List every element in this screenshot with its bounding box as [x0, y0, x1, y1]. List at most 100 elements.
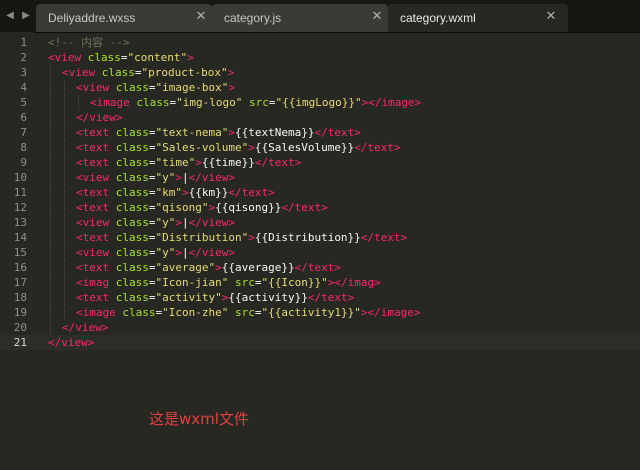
code-text: <image class="Icon-zhe" src="{{activity1… — [76, 305, 420, 320]
code-token: > — [248, 141, 255, 154]
code-line[interactable]: 18 <text class="activity">{{activity}}</t… — [0, 290, 640, 305]
code-token: {{km}} — [188, 186, 229, 199]
code-token: </view> — [48, 336, 95, 349]
line-number: 12 — [13, 201, 27, 214]
indent-guide — [50, 80, 51, 95]
code-line[interactable]: 14 <text class="Distribution">{{Distribut… — [0, 230, 640, 245]
indent-guide — [50, 290, 51, 305]
code-line[interactable]: 19 <image class="Icon-zhe" src="{{activit… — [0, 305, 640, 320]
code-token: "y" — [155, 171, 176, 184]
code-token: class — [109, 81, 149, 94]
line-number: 7 — [20, 126, 27, 139]
code-token: class — [109, 231, 149, 244]
indent-guide — [50, 140, 51, 155]
code-line[interactable]: 20 </view> — [0, 320, 640, 335]
code-token: <text — [76, 201, 110, 214]
code-line[interactable]: 21 </view> — [0, 335, 640, 350]
code-text: <!-- 内容 --> — [48, 35, 130, 50]
code-line[interactable]: 6 </view> — [0, 110, 640, 125]
tab-label: Deliyaddre.wxss — [48, 11, 136, 25]
line-number: 9 — [20, 156, 27, 169]
code-line[interactable]: 5 <image class="img-logo" src="{{imgLogo}… — [0, 95, 640, 110]
code-line[interactable]: 3 <view class="product-box"> — [0, 65, 640, 80]
indent-guide — [64, 305, 65, 320]
line-number: 10 — [13, 171, 27, 184]
code-token: <text — [76, 186, 110, 199]
code-text: <text class="activity">{{activity}}</tex… — [76, 290, 354, 305]
code-line[interactable]: 4 <view class="image-box"> — [0, 80, 640, 95]
indent-guide — [64, 215, 65, 230]
line-number: 15 — [13, 246, 27, 259]
code-token: > — [187, 51, 194, 64]
code-token: = — [148, 276, 156, 289]
code-text: <text class="km">{{km}}</text> — [76, 185, 275, 200]
code-editor[interactable]: 1 <!-- 内容 --> 2 <view class="content"> 3 <vie… — [0, 32, 640, 470]
code-token: "y" — [155, 246, 176, 259]
code-token: </view> — [76, 111, 123, 124]
code-line[interactable]: 16 <text class="average">{{average}}</tex… — [0, 260, 640, 275]
line-number: 1 — [20, 36, 27, 49]
code-token: <view — [76, 246, 110, 259]
close-icon[interactable]: ✕ — [370, 9, 384, 25]
code-text: <text class="Distribution">{{Distributio… — [76, 230, 407, 245]
code-token: <text — [76, 261, 110, 274]
code-token: <!-- 内容 --> — [48, 36, 130, 49]
code-token: = — [148, 246, 156, 259]
code-line[interactable]: 7 <text class="text-nema">{{textNema}}</t… — [0, 125, 640, 140]
code-line[interactable]: 1 <!-- 内容 --> — [0, 35, 640, 50]
line-number: 17 — [13, 276, 27, 289]
code-token: class — [109, 156, 149, 169]
indent-guide — [50, 110, 51, 125]
tab-deliyaddre-wxss[interactable]: Deliyaddre.wxss ✕ — [36, 4, 212, 32]
code-token: "time" — [155, 156, 196, 169]
code-line[interactable]: 10 <view class="y">|</view> — [0, 170, 640, 185]
code-token: <text — [76, 231, 110, 244]
code-token: class — [81, 51, 121, 64]
chevron-right-icon[interactable]: ▶ — [20, 9, 32, 23]
code-token: class — [129, 96, 170, 109]
code-line[interactable]: 12 <text class="qisong">{{qisong}}</text> — [0, 200, 640, 215]
indent-guide — [50, 305, 51, 320]
code-line[interactable]: 15 <view class="y">|</view> — [0, 245, 640, 260]
code-token: <image — [90, 96, 130, 109]
code-line[interactable]: 8 <text class="Sales-volume">{{SalesVolum… — [0, 140, 640, 155]
chevron-left-icon[interactable]: ◀ — [4, 9, 16, 23]
code-token: class — [109, 126, 149, 139]
code-token: class — [109, 171, 149, 184]
indent-guide — [64, 185, 65, 200]
indent-guide — [50, 125, 51, 140]
code-token: "y" — [155, 216, 176, 229]
code-token: </text> — [281, 201, 328, 214]
code-line[interactable]: 11 <text class="km">{{km}}</text> — [0, 185, 640, 200]
indent-guide — [64, 290, 65, 305]
close-icon[interactable]: ✕ — [194, 9, 208, 25]
code-token: "text-nema" — [155, 126, 229, 139]
indent-guide — [50, 260, 51, 275]
indent-guide — [50, 320, 51, 335]
line-number: 11 — [13, 186, 27, 199]
code-line[interactable]: 17 <imag class="Icon-jian" src="{{Icon}}"… — [0, 275, 640, 290]
tab-category-js[interactable]: category.js ✕ — [212, 4, 388, 32]
line-number: 13 — [13, 216, 27, 229]
code-token: </text> — [254, 156, 302, 169]
code-token: class — [109, 261, 149, 274]
close-icon[interactable]: ✕ — [544, 9, 558, 25]
code-token: "Icon-jian" — [155, 276, 229, 289]
code-token: = — [148, 186, 156, 199]
code-line[interactable]: 9 <text class="time">{{time}}</text> — [0, 155, 640, 170]
code-line[interactable]: 2 <view class="content"> — [0, 50, 640, 65]
code-text: <view class="content"> — [48, 50, 194, 65]
code-text: <view class="image-box"> — [76, 80, 235, 95]
code-token: {{textNema}} — [234, 126, 315, 139]
line-number: 5 — [20, 96, 27, 109]
code-token: "Distribution" — [155, 231, 249, 244]
code-token: = — [148, 156, 156, 169]
code-line[interactable]: 13 <view class="y">|</view> — [0, 215, 640, 230]
line-number: 14 — [13, 231, 27, 244]
code-token: ></image> — [361, 96, 422, 109]
code-token: </text> — [354, 141, 401, 154]
tab-category-wxml[interactable]: category.wxml ✕ — [388, 4, 568, 32]
code-token: <view — [76, 216, 110, 229]
code-token: "qisong" — [155, 201, 209, 214]
code-token: = — [148, 81, 156, 94]
